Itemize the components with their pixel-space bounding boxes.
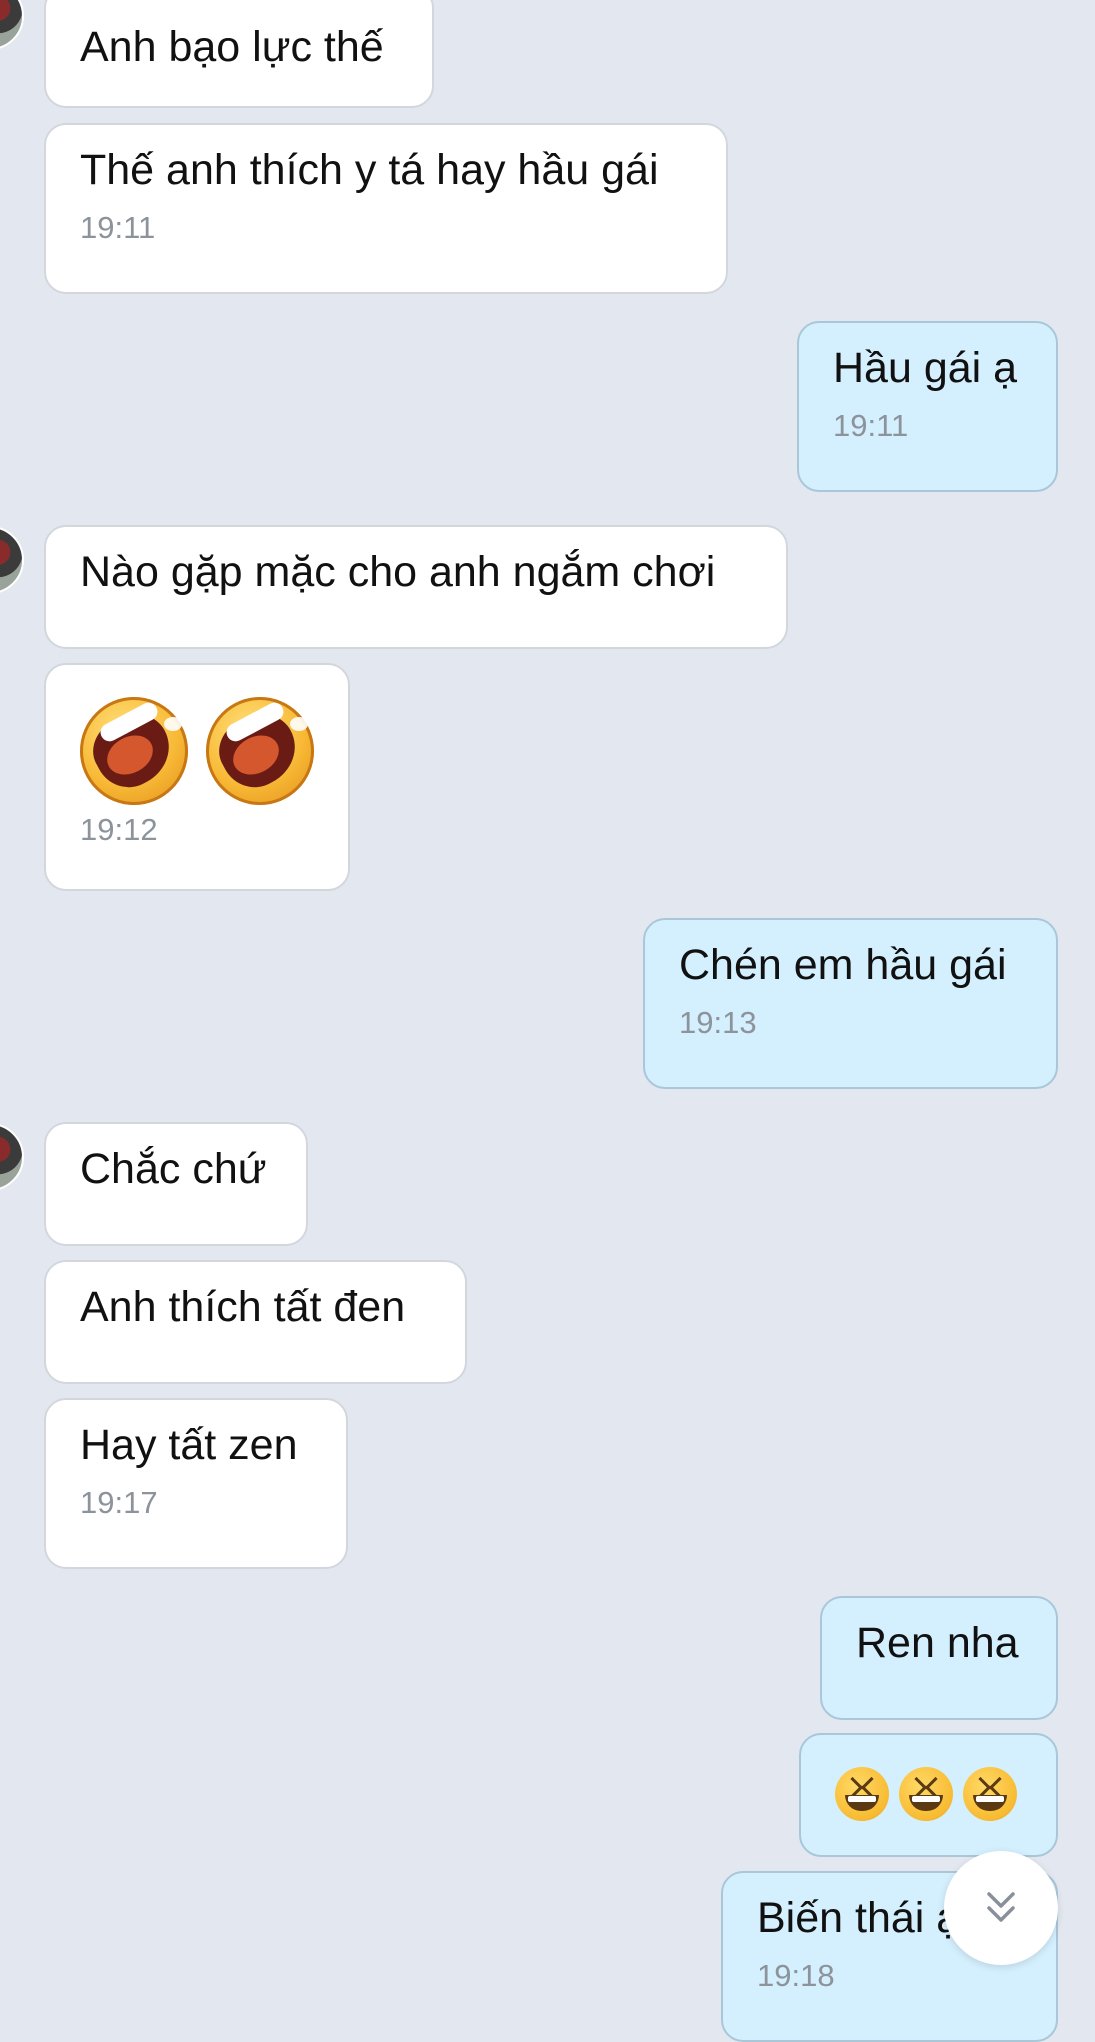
message-text: Hay tất zen <box>80 1421 298 1469</box>
message-text: Thế anh thích y tá hay hầu gái <box>80 146 659 194</box>
message-bubble-incoming[interactable]: Anh thích tất đen <box>44 1260 467 1384</box>
contact-avatar[interactable] <box>0 526 24 594</box>
message-text: Chén em hầu gái <box>679 941 1007 989</box>
message-text: Hầu gái ạ <box>833 344 1018 392</box>
message-text: Chắc chứ <box>80 1145 267 1193</box>
laughing-face-icon <box>206 697 314 805</box>
message-bubble-incoming[interactable]: Hay tất zen 19:17 <box>44 1398 348 1569</box>
message-text: Anh bạo lực thế <box>80 23 384 71</box>
message-bubble-incoming[interactable]: Nào gặp mặc cho anh ngắm chơi <box>44 525 788 649</box>
chat-message-list[interactable]: Anh bạo lực thế Thế anh thích y tá hay h… <box>0 0 1095 2042</box>
message-time: 19:11 <box>80 210 156 245</box>
message-bubble-outgoing[interactable]: Ren nha <box>820 1596 1058 1720</box>
scroll-to-bottom-button[interactable] <box>944 1851 1058 1965</box>
message-time: 19:12 <box>80 812 158 847</box>
message-text: Nào gặp mặc cho anh ngắm chơi <box>80 548 716 596</box>
message-time: 19:18 <box>757 1958 835 1993</box>
laughing-face-icon <box>80 697 188 805</box>
contact-avatar[interactable] <box>0 1123 24 1191</box>
grinning-squinting-face-icon <box>899 1767 953 1821</box>
message-text: Ren nha <box>856 1619 1019 1667</box>
chevrons-down-icon <box>987 1892 1015 1922</box>
message-text: Anh thích tất đen <box>80 1283 406 1331</box>
emoji-row <box>835 1753 1022 1821</box>
message-bubble-incoming[interactable]: Thế anh thích y tá hay hầu gái 19:11 <box>44 123 728 294</box>
message-time: 19:17 <box>80 1485 158 1520</box>
message-time: 19:11 <box>833 408 909 443</box>
emoji-row <box>80 683 314 805</box>
message-bubble-outgoing[interactable]: Hầu gái ạ 19:11 <box>797 321 1058 492</box>
message-time: 19:13 <box>679 1005 757 1040</box>
contact-avatar[interactable] <box>0 0 24 50</box>
message-bubble-incoming[interactable]: Chắc chứ <box>44 1122 308 1246</box>
grinning-squinting-face-icon <box>963 1767 1017 1821</box>
message-bubble-incoming[interactable]: Anh bạo lực thế <box>44 0 434 108</box>
grinning-squinting-face-icon <box>835 1767 889 1821</box>
message-bubble-outgoing[interactable] <box>799 1733 1058 1857</box>
message-bubble-incoming[interactable]: 19:12 <box>44 663 350 891</box>
message-bubble-outgoing[interactable]: Chén em hầu gái 19:13 <box>643 918 1058 1089</box>
